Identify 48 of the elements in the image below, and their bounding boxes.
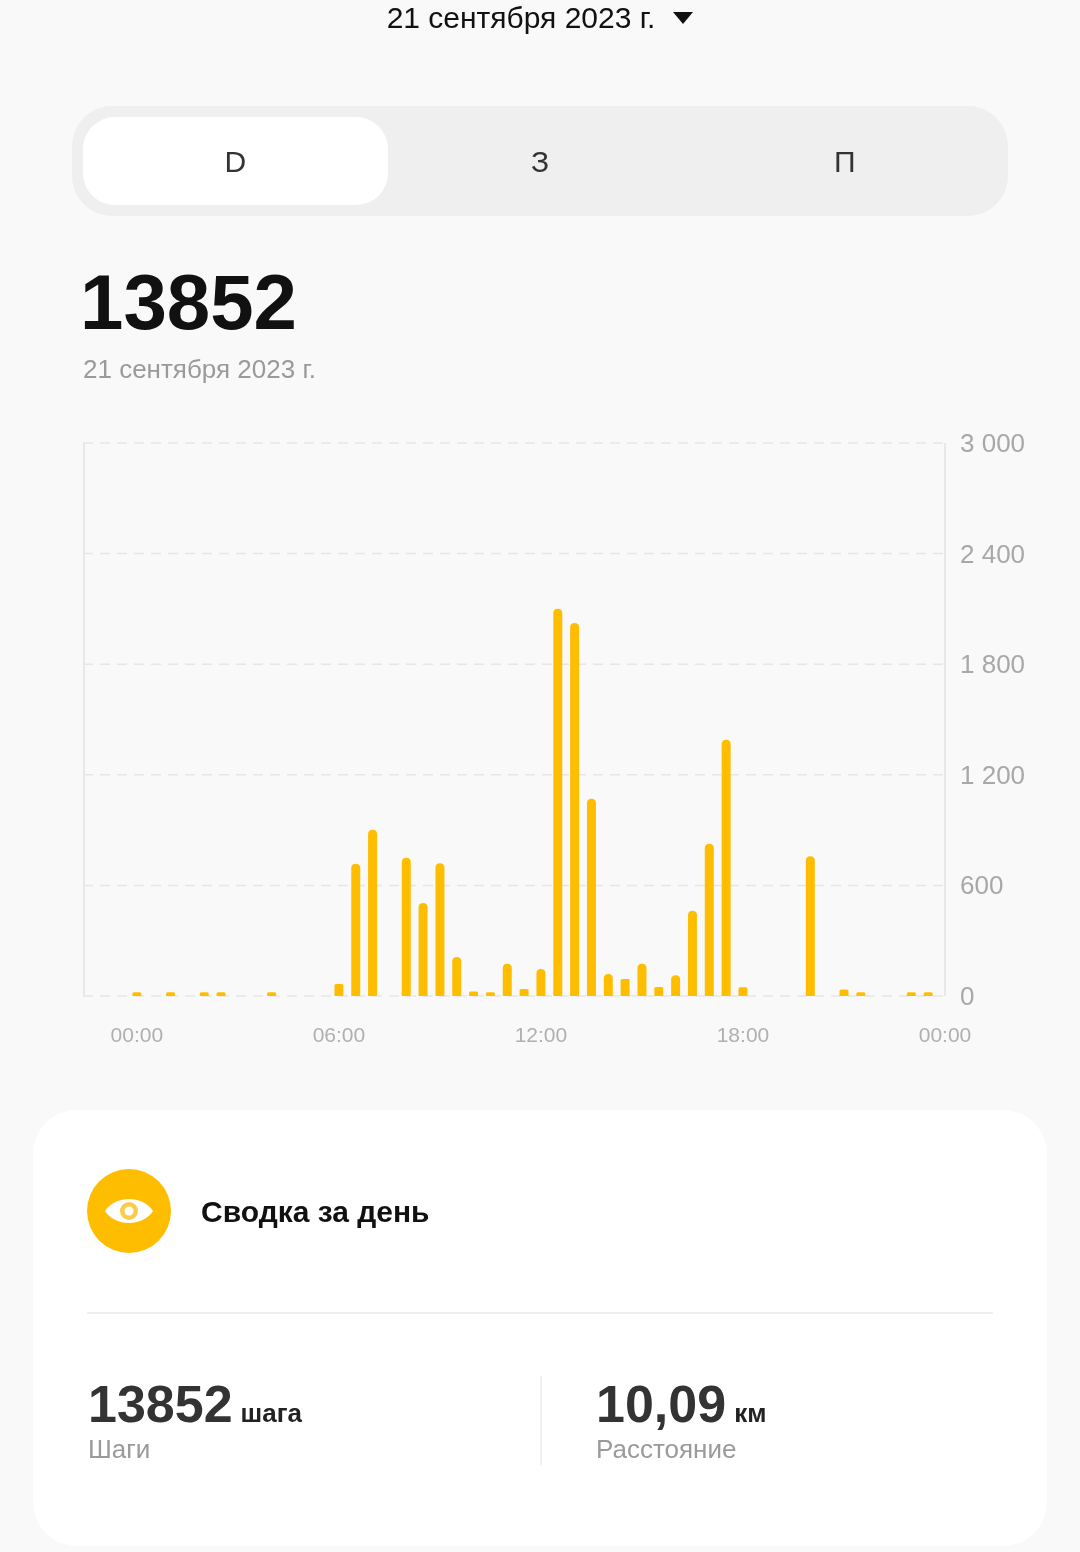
bar xyxy=(671,975,681,996)
x-axis-label: 12:00 xyxy=(514,1022,568,1046)
stat-value: 10,09 xyxy=(596,1376,727,1432)
bar xyxy=(923,992,933,996)
bar xyxy=(267,992,277,996)
stat-unit: км xyxy=(734,1397,767,1430)
y-axis-label: 3 000 xyxy=(960,428,1026,458)
dropdown-caret-icon[interactable] xyxy=(673,12,694,24)
stat-unit: шага xyxy=(240,1397,303,1430)
bar xyxy=(603,974,613,996)
bar xyxy=(637,963,647,996)
bar xyxy=(738,987,748,996)
date-title[interactable]: 21 сентября 2023 г. xyxy=(386,0,656,36)
bar xyxy=(536,969,546,996)
y-axis-label: 1 800 xyxy=(960,649,1026,680)
stat-label: Шаги xyxy=(88,1433,151,1465)
bar xyxy=(469,991,479,996)
bar xyxy=(502,963,512,996)
bar xyxy=(452,956,462,996)
period-tab[interactable]: З xyxy=(387,117,693,205)
bar xyxy=(519,989,529,996)
stat-label: Расстояние xyxy=(596,1433,737,1465)
period-tab[interactable]: П xyxy=(692,117,997,205)
x-axis-label: 18:00 xyxy=(716,1022,770,1046)
bar xyxy=(654,986,664,996)
x-axis-label: 06:00 xyxy=(312,1022,366,1046)
bar xyxy=(132,992,142,996)
bar xyxy=(906,992,916,996)
bar xyxy=(620,979,630,996)
stat-value: 13852 xyxy=(88,1376,233,1432)
step-total: 13852 xyxy=(80,262,297,342)
bar xyxy=(856,992,866,996)
bar xyxy=(166,992,176,996)
total-date: 21 сентября 2023 г. xyxy=(83,354,316,384)
period-tab[interactable]: D xyxy=(83,117,388,205)
x-axis-label: 00:00 xyxy=(918,1022,972,1046)
bar xyxy=(216,992,226,996)
eye-icon xyxy=(87,1169,171,1253)
bar xyxy=(839,989,849,996)
bar xyxy=(199,992,209,996)
x-axis-label: 00:00 xyxy=(110,1022,164,1046)
y-axis-label: 1 200 xyxy=(960,759,1026,790)
y-axis-label: 0 xyxy=(960,981,975,1011)
summary-title: Сводка за день xyxy=(201,1193,430,1230)
bar xyxy=(485,992,495,996)
bar xyxy=(334,984,344,996)
y-axis-label: 600 xyxy=(960,870,1004,901)
y-axis-label: 2 400 xyxy=(960,538,1026,569)
